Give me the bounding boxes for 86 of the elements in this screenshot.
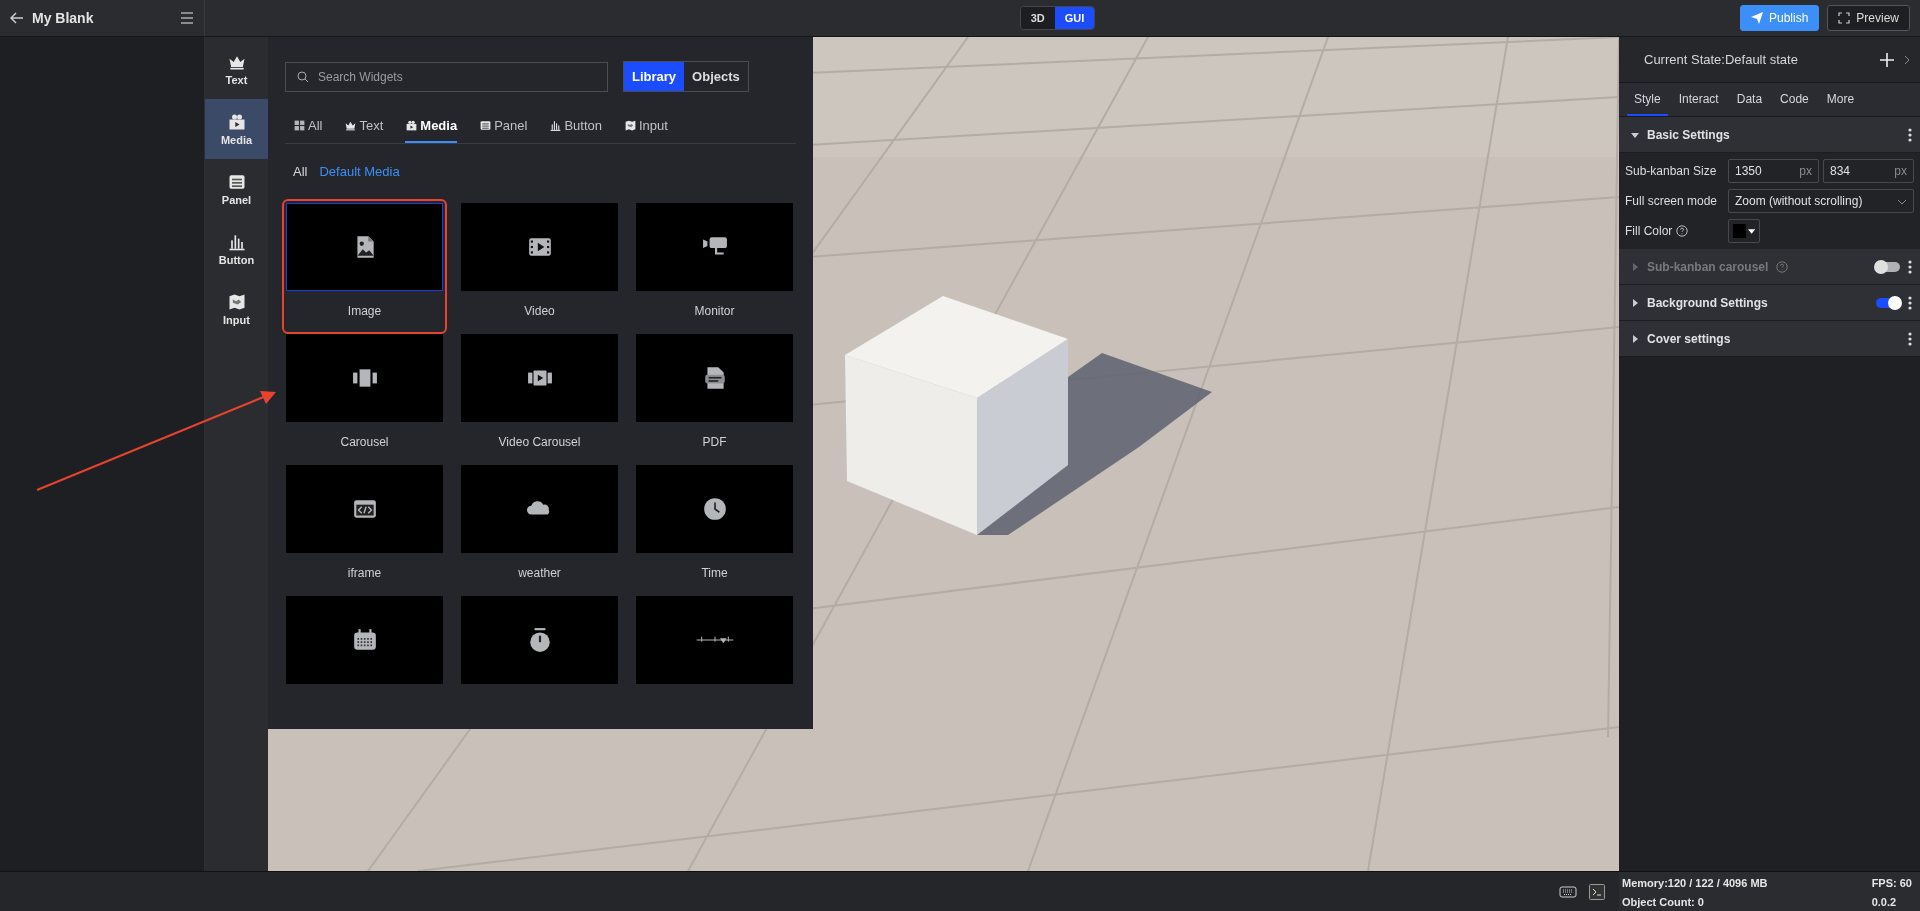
widget-thumbnail[interactable] [286,596,443,684]
map-icon [624,119,637,132]
field-label: Fill Color [1625,224,1673,238]
search-field[interactable]: Search Widgets [285,61,608,92]
widget-type-tab[interactable]: Input [624,112,668,143]
filter-link[interactable]: Default Media [319,164,400,179]
caret-icon [1747,227,1755,235]
widget-label: iframe [346,566,383,580]
property-tab[interactable]: Data [1729,83,1770,116]
view-toggle-button[interactable]: 3D [1020,7,1055,29]
chevron-right-icon[interactable] [1904,54,1910,65]
calendar-icon [351,627,378,653]
help-icon [1776,260,1789,273]
memory-readout: Memory:120 / 122 / 4096 MB [1622,876,1769,889]
widget-type-tab[interactable]: Media [405,112,458,143]
widget-thumbnail[interactable] [286,334,443,422]
fullscreen-icon [1838,12,1851,24]
field-label: Full screen mode [1625,194,1719,208]
category-tab[interactable]: Text [205,39,268,99]
widget-thumbnail[interactable] [461,465,618,553]
widget-type-tab[interactable]: Button [549,112,602,143]
chevron-down-icon [1897,199,1907,205]
project-title: My Blank [32,10,95,26]
section-title[interactable]: Cover settings [1647,331,1731,346]
widget-label: Time [700,566,729,580]
back-arrow-icon[interactable] [10,11,24,25]
widget-label: Image [346,304,383,318]
camera-bag-icon [405,119,419,132]
section-title[interactable]: Basic Settings [1647,127,1730,142]
field-label: Sub-kanban Size [1625,164,1718,178]
add-icon[interactable] [1880,52,1894,67]
section-title[interactable]: Background Settings [1647,295,1768,310]
search-icon [297,70,309,83]
widget-label: weather [517,566,562,580]
more-icon[interactable] [1908,331,1912,346]
keyboard-icon[interactable] [1559,886,1577,898]
property-tab[interactable]: More [1819,83,1862,116]
bar-chart-icon [549,119,563,132]
view-toggle-button[interactable]: GUI [1054,7,1095,29]
property-tab[interactable]: Interact [1671,83,1726,116]
clock-icon [701,496,728,522]
category-tab[interactable]: Input [205,279,268,339]
filter-link[interactable]: All [293,164,308,179]
category-tab[interactable]: Button [205,219,268,279]
crown-icon [344,119,358,132]
help-icon [1676,225,1689,237]
more-icon[interactable] [1908,127,1912,142]
widget-label: Monitor [693,304,736,318]
source-tab[interactable]: Objects [684,62,748,91]
object-count: Object Count: 0 [1622,895,1705,908]
widget-thumbnail[interactable] [636,203,793,291]
widget-type-tab[interactable]: Panel [479,112,528,143]
terminal-icon[interactable] [1589,884,1605,900]
state-title: Current State:Default state [1644,52,1799,67]
preview-button[interactable]: Preview [1827,5,1910,31]
widget-thumbnail[interactable] [286,465,443,553]
more-icon[interactable] [1908,295,1912,310]
widget-type-tab[interactable]: Text [344,112,384,143]
widget-label: Carousel [339,435,390,449]
mode-dropdown[interactable]: Zoom (without scrolling) [1728,189,1914,213]
color-picker[interactable] [1728,219,1760,243]
property-tab[interactable]: Code [1773,83,1816,116]
height-input[interactable]: 834 px [1823,159,1914,183]
widget-thumbnail[interactable] [286,203,443,291]
category-tab[interactable]: Panel [205,159,268,219]
widget-thumbnail[interactable] [461,203,618,291]
width-input[interactable]: 1350 px [1728,159,1819,183]
widget-thumbnail[interactable] [636,334,793,422]
toggle-switch[interactable] [1876,297,1900,308]
send-icon [1750,12,1763,24]
source-tab[interactable]: Library [624,62,685,91]
widget-thumbnail[interactable] [636,465,793,553]
widget-type-tab[interactable]: All [293,112,323,143]
version-label: 0.0.2 [1871,895,1898,908]
list-icon [479,119,493,132]
category-tab[interactable]: Media [205,99,268,159]
widget-thumbnail[interactable] [461,596,618,684]
map-icon [226,292,247,312]
widget-label: PDF [701,435,728,449]
menu-icon[interactable] [180,12,194,24]
widget-label: Video Carousel [497,435,582,449]
widget-label: Video [523,304,556,318]
widget-thumbnail[interactable] [461,334,618,422]
fps-readout: FPS: 60 [1871,876,1912,889]
widget-thumbnail[interactable] [636,596,793,684]
grid-icon [293,119,306,132]
